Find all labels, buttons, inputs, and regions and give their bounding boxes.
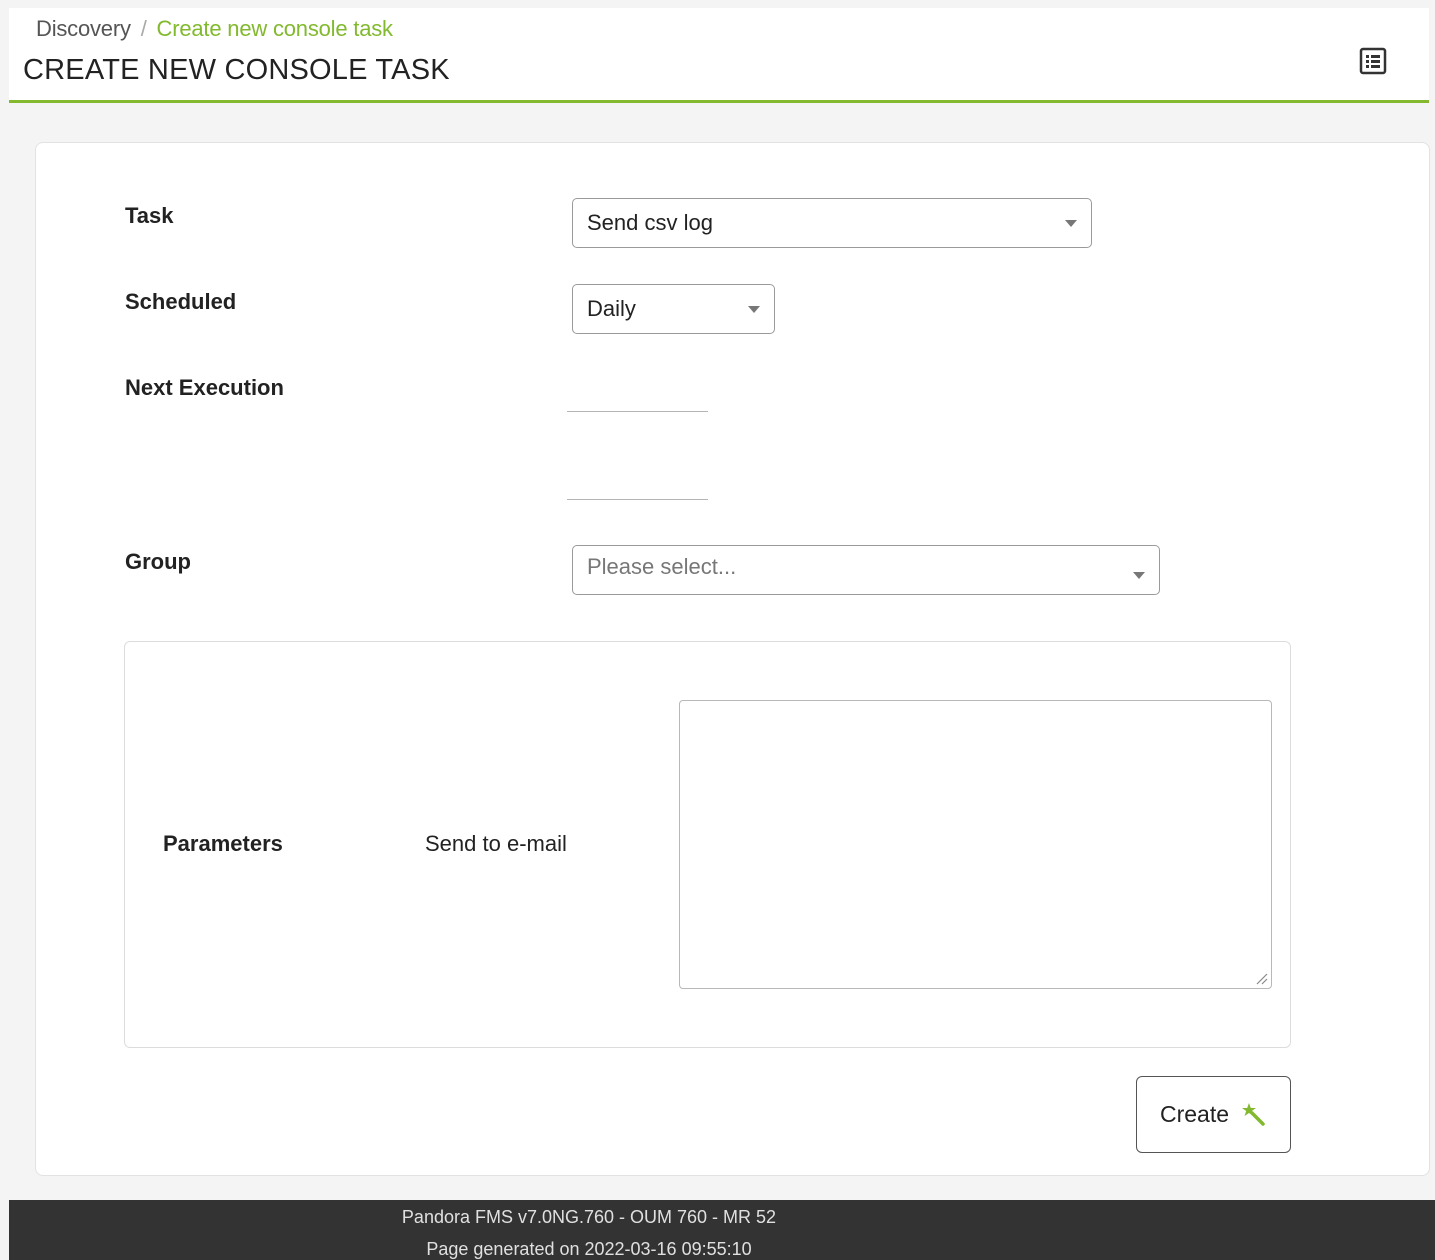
magic-wand-icon [1241, 1102, 1267, 1128]
parameters-label: Parameters [163, 831, 283, 856]
chevron-down-icon [1065, 219, 1077, 227]
page-header: Discovery / Create new console task CREA… [9, 8, 1429, 103]
scheduled-select[interactable]: Daily [572, 284, 775, 334]
group-select[interactable]: Please select... [572, 545, 1160, 595]
task-select[interactable]: Send csv log [572, 198, 1092, 248]
parameters-box: Parameters Send to e-mail [124, 641, 1291, 1048]
breadcrumb-current[interactable]: Create new console task [157, 16, 394, 41]
breadcrumb-discovery[interactable]: Discovery [36, 16, 131, 41]
breadcrumb: Discovery / Create new console task [36, 16, 393, 42]
next-execution-label: Next Execution [125, 375, 284, 400]
next-execution-time-input[interactable] [567, 499, 708, 500]
footer-generated: Page generated on 2022-03-16 09:55:10 [426, 1239, 752, 1259]
send-to-email-label: Send to e-mail [425, 831, 567, 856]
list-view-icon[interactable] [1358, 46, 1388, 76]
create-button-label: Create [1159, 1101, 1230, 1127]
group-label: Group [125, 549, 191, 574]
task-label: Task [125, 203, 174, 228]
breadcrumb-separator: / [140, 16, 147, 41]
footer-version: Pandora FMS v7.0NG.760 - OUM 760 - MR 52 [401, 1207, 777, 1227]
next-execution-date-input[interactable] [567, 411, 708, 412]
page-footer: Pandora FMS v7.0NG.760 - OUM 760 - MR 52… [9, 1200, 1435, 1260]
send-to-email-textarea[interactable] [679, 700, 1272, 989]
create-button[interactable]: Create [1136, 1076, 1291, 1153]
page-title: CREATE NEW CONSOLE TASK [23, 54, 450, 86]
chevron-down-icon [1133, 571, 1145, 579]
scheduled-label: Scheduled [125, 289, 237, 314]
task-select-value: Send csv log [587, 210, 713, 235]
scheduled-select-value: Daily [587, 296, 636, 321]
group-select-placeholder: Please select... [587, 554, 737, 579]
resize-grip-icon[interactable] [1254, 971, 1268, 985]
chevron-down-icon [748, 305, 760, 313]
